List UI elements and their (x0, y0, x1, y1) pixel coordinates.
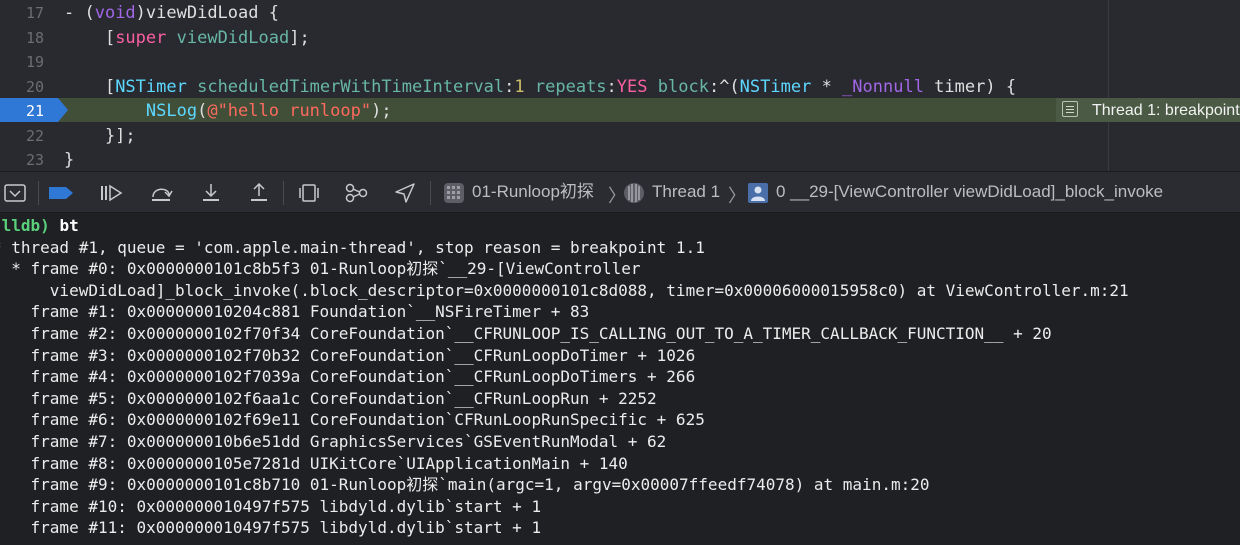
source-editor[interactable]: - (void)viewDidLoad { [super viewDidLoad… (0, 0, 1240, 171)
console-line: frame #10: 0x000000010497f575 libdyld.dy… (0, 496, 542, 516)
breadcrumb-target[interactable]: 01-Runloop初探 (472, 172, 594, 212)
line-number[interactable]: 22 (0, 124, 44, 148)
memory-graph-icon[interactable] (344, 180, 370, 206)
code-token: scheduledTimerWithTimeInterval (197, 76, 505, 97)
console-line: viewDidLoad]_block_invoke(.block_descrip… (0, 280, 1129, 300)
code-line[interactable]: - (void)viewDidLoad { (64, 1, 279, 25)
breadcrumb-thread[interactable]: Thread 1 (652, 172, 720, 212)
debug-bar: 01-Runloop初探 〉 Thread 1 〉 0 __29-[ViewCo… (0, 171, 1240, 213)
line-number[interactable]: 21 (0, 99, 44, 123)
console-line: * thread #1, queue = 'com.apple.main-thr… (0, 237, 705, 257)
code-token: @"hello runloop" (207, 101, 372, 121)
code-token: :^( (708, 76, 740, 97)
console-line: frame #9: 0x0000000101c8b710 01-Runloop初… (0, 475, 930, 495)
code-token: _Nonnull (842, 76, 924, 97)
chevron-right-icon: 〉 (728, 186, 746, 207)
code-line[interactable]: [NSTimer scheduledTimerWithTimeInterval:… (64, 75, 1016, 99)
stack-frame-icon (746, 180, 770, 206)
code-line[interactable]: }]; (64, 124, 136, 148)
hide-console-icon[interactable] (2, 180, 28, 206)
console-line: * frame #0: 0x0000000101c8b5f3 01-Runloo… (0, 259, 641, 279)
separator (283, 181, 284, 205)
code-token: )viewDidLoad { (135, 3, 279, 23)
code-token: block (657, 76, 709, 97)
code-token: : (606, 76, 617, 97)
console-line: frame #8: 0x0000000105e7281d UIKitCore`U… (0, 453, 628, 473)
line-number[interactable]: 20 (0, 75, 44, 99)
code-token: NSTimer (739, 76, 812, 97)
code-token: [ (64, 76, 116, 97)
code-token: [ (64, 27, 116, 48)
step-into-icon[interactable] (198, 180, 224, 206)
code-token: ( (197, 101, 208, 121)
code-line[interactable]: [super viewDidLoad]; (64, 26, 310, 50)
code-line[interactable]: } (64, 148, 74, 171)
list-icon (1062, 101, 1078, 117)
code-token: ]; (289, 27, 310, 48)
breakpoint-toggle-icon[interactable] (48, 180, 74, 206)
code-token: NSTimer (115, 76, 187, 97)
continue-icon[interactable] (98, 180, 124, 206)
code-token: } (64, 150, 75, 170)
app-target-icon (442, 180, 466, 206)
console-prompt-line: (lldb) bt (0, 215, 79, 237)
thread-annotation-label: Thread 1: breakpoint (1092, 102, 1240, 119)
separator (38, 181, 39, 205)
step-over-icon[interactable] (148, 180, 174, 206)
lldb-console[interactable]: (lldb) bt * thread #1, queue = 'com.appl… (0, 213, 1240, 545)
console-line: frame #2: 0x0000000102f70f34 CoreFoundat… (0, 323, 1052, 343)
console-line: frame #11: 0x000000010497f575 libdyld.dy… (0, 518, 542, 538)
location-icon[interactable] (392, 180, 418, 206)
console-line: frame #6: 0x0000000102f69e11 CoreFoundat… (0, 410, 705, 430)
code-token: * (811, 76, 843, 97)
line-number[interactable]: 23 (0, 148, 44, 171)
code-token: : (504, 76, 515, 97)
line-number[interactable]: 17 (0, 1, 44, 25)
line-number[interactable]: 19 (0, 50, 44, 74)
code-token: super (115, 27, 167, 48)
code-token: YES (616, 76, 648, 97)
lldb-prompt: (lldb) (0, 216, 50, 235)
code-token: 1 (514, 76, 525, 97)
code-token: timer) { (923, 76, 1017, 97)
code-token: void (94, 3, 136, 23)
breadcrumb-frame[interactable]: 0 __29-[ViewController viewDidLoad]_bloc… (776, 172, 1163, 212)
console-line: frame #3: 0x0000000102f70b32 CoreFoundat… (0, 345, 696, 365)
code-token: }]; (64, 125, 136, 146)
separator (430, 181, 431, 205)
console-line: frame #1: 0x000000010204c881 Foundation`… (0, 302, 590, 322)
code-token: viewDidLoad (176, 27, 290, 48)
step-out-icon[interactable] (246, 180, 272, 206)
console-line: frame #4: 0x0000000102f7039a CoreFoundat… (0, 367, 696, 387)
code-token: repeats (534, 76, 607, 97)
lldb-command: bt (59, 216, 79, 235)
code-token: - ( (64, 3, 95, 23)
code-token: ); (371, 101, 392, 121)
view-hierarchy-icon[interactable] (296, 180, 322, 206)
console-line: frame #7: 0x000000010b6e51dd GraphicsSer… (0, 431, 667, 451)
line-number[interactable]: 18 (0, 26, 44, 50)
editor-divider (1108, 0, 1109, 171)
code-line[interactable]: NSLog(@"hello runloop"); (64, 99, 392, 123)
code-token: NSLog (145, 101, 198, 121)
thread-icon (622, 180, 646, 206)
thread-annotation[interactable]: Thread 1: breakpoint (1056, 98, 1240, 122)
console-line: frame #5: 0x0000000102f6aa1c CoreFoundat… (0, 388, 657, 408)
